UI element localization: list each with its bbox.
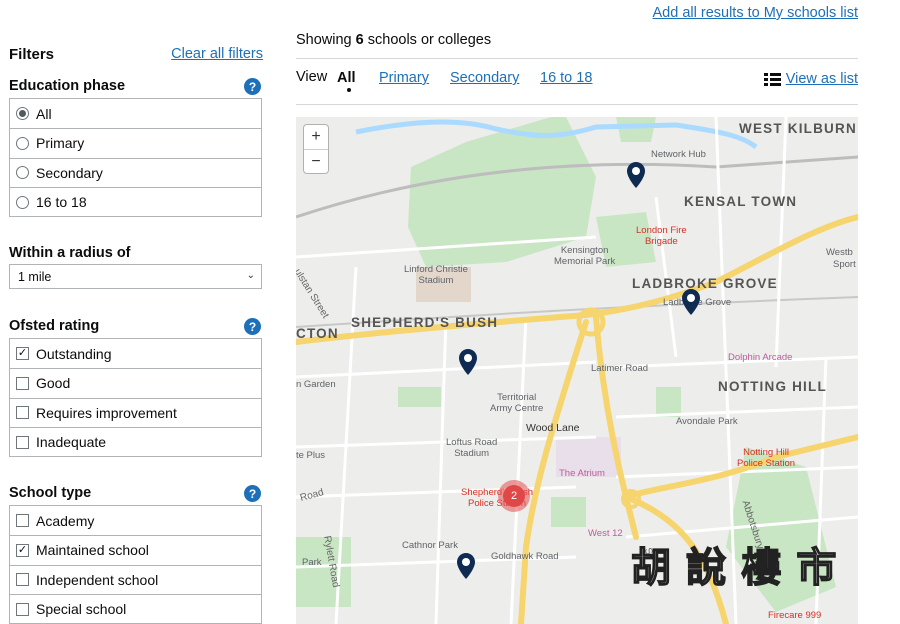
phase-option-16-to-18[interactable]: 16 to 18 <box>10 186 261 216</box>
school-type-option-independent[interactable]: Independent school <box>10 564 261 594</box>
school-type-option-maintained[interactable]: ✓ Maintained school <box>10 535 261 564</box>
ofsted-option-good[interactable]: Good <box>10 368 261 397</box>
radius-select[interactable]: 1 mile ⌄ <box>9 264 262 289</box>
poi-avondale-park: Avondale Park <box>676 416 738 427</box>
view-label: View <box>296 69 328 85</box>
divider <box>296 58 858 59</box>
poi-notting-hill-police: Notting Hill Police Station <box>737 447 796 469</box>
poi-cathnor-park: Cathnor Park <box>402 540 458 551</box>
tab-primary[interactable]: Primary <box>379 70 429 86</box>
filters-title: Filters <box>9 46 55 63</box>
phase-option-secondary[interactable]: Secondary <box>10 157 261 187</box>
phase-option-all[interactable]: All <box>10 99 261 128</box>
results-count: Showing 6 schools or colleges <box>296 32 492 48</box>
school-cluster-marker[interactable]: 2 <box>498 480 530 512</box>
checkbox-icon[interactable] <box>16 435 29 449</box>
education-phase-help-icon[interactable]: ? <box>244 78 261 95</box>
area-label: KENSAL TOWN <box>684 194 798 209</box>
poi-loftus-road-stadium: Loftus Road Stadium <box>446 437 498 459</box>
ofsted-option-requires-improvement[interactable]: Requires improvement <box>10 397 261 427</box>
area-label: CTON <box>296 326 339 341</box>
school-map-marker[interactable] <box>627 162 645 188</box>
chevron-down-icon: ⌄ <box>246 270 255 281</box>
poi-kensington-memorial-park: Kensington Memorial Park <box>554 245 616 267</box>
school-type-option-special[interactable]: Special school <box>10 593 261 623</box>
checkbox-checked-icon[interactable]: ✓ <box>16 347 29 361</box>
checkbox-icon[interactable] <box>16 514 29 528</box>
area-label: WEST KILBURN <box>739 121 857 136</box>
poi-goldhawk-road: Goldhawk Road <box>491 551 559 562</box>
add-all-to-my-schools-link[interactable]: Add all results to My schools list <box>653 5 859 21</box>
poi-wood-lane: Wood Lane <box>526 422 580 434</box>
poi-label: Park <box>302 557 322 568</box>
zoom-in-button[interactable]: + <box>304 125 328 149</box>
zoom-out-button[interactable]: − <box>304 149 328 173</box>
divider <box>296 104 858 105</box>
school-type-help-icon[interactable]: ? <box>244 485 261 502</box>
phase-option-primary[interactable]: Primary <box>10 128 261 157</box>
radio-selected-icon[interactable] <box>16 107 29 121</box>
ofsted-option-inadequate[interactable]: Inadequate <box>10 426 261 456</box>
ofsted-help-icon[interactable]: ? <box>244 318 261 335</box>
poi-label: Westb <box>826 247 853 258</box>
poi-latimer-road: Latimer Road <box>591 363 649 374</box>
school-map-marker[interactable] <box>459 349 477 375</box>
filters-sidebar: Filters Clear all filters Education phas… <box>9 0 263 624</box>
tab-secondary[interactable]: Secondary <box>450 70 519 86</box>
poi-label: Sport <box>833 259 856 270</box>
radio-icon[interactable] <box>16 195 29 209</box>
checkbox-icon[interactable] <box>16 573 29 587</box>
school-type-option-academy[interactable]: Academy <box>10 506 261 535</box>
checkbox-icon[interactable] <box>16 376 29 390</box>
checkbox-checked-icon[interactable]: ✓ <box>16 543 29 557</box>
radio-icon[interactable] <box>16 136 29 150</box>
radio-icon[interactable] <box>16 166 29 180</box>
poi-label: n Garden <box>296 379 336 390</box>
watermark: 胡 說 樓 市 <box>630 545 839 591</box>
poi-firecare-999: Firecare 999 <box>768 610 822 621</box>
clear-all-filters-link[interactable]: Clear all filters <box>171 46 263 62</box>
ofsted-option-outstanding[interactable]: ✓ Outstanding <box>10 339 261 368</box>
school-map-marker[interactable] <box>457 553 475 579</box>
poi-london-fire-brigade: London Fire Brigade <box>636 225 687 247</box>
education-phase-title: Education phase <box>9 78 126 94</box>
school-map[interactable]: + − WEST KILBURN KENSAL TOWN LADBROKE GR… <box>296 117 858 624</box>
education-phase-options: All Primary Secondary 16 to 18 <box>9 98 262 218</box>
poi-the-atrium: The Atrium <box>559 468 605 479</box>
poi-label: te Plus <box>296 450 326 461</box>
poi-linford-christie-stadium: Linford Christie Stadium <box>404 264 468 286</box>
school-type-title: School type <box>9 485 92 501</box>
school-type-options: Academy ✓ Maintained school Independent s… <box>9 505 262 624</box>
radius-title: Within a radius of <box>9 245 131 261</box>
checkbox-icon[interactable] <box>16 406 29 420</box>
area-label: SHEPHERD'S BUSH <box>351 315 499 330</box>
school-map-marker[interactable] <box>682 289 700 315</box>
poi-network-hub: Network Hub <box>651 149 706 160</box>
poi-territorial-army-centre: Territorial Army Centre <box>490 392 544 414</box>
list-icon <box>763 72 781 86</box>
view-as-list-link[interactable]: View as list <box>763 71 858 87</box>
area-label: NOTTING HILL <box>718 379 827 394</box>
active-tab-indicator <box>347 88 351 92</box>
ofsted-options: ✓ Outstanding Good Requires improvement I… <box>9 338 262 458</box>
tab-all[interactable]: All <box>337 70 356 86</box>
area-label: LADBROKE GROVE <box>632 276 778 291</box>
ofsted-rating-title: Ofsted rating <box>9 318 100 334</box>
zoom-controls: + − <box>304 125 328 173</box>
checkbox-icon[interactable] <box>16 602 29 616</box>
poi-dolphin-arcade: Dolphin Arcade <box>728 352 793 363</box>
tab-16-to-18[interactable]: 16 to 18 <box>540 70 592 86</box>
poi-west-12: West 12 <box>588 528 623 539</box>
